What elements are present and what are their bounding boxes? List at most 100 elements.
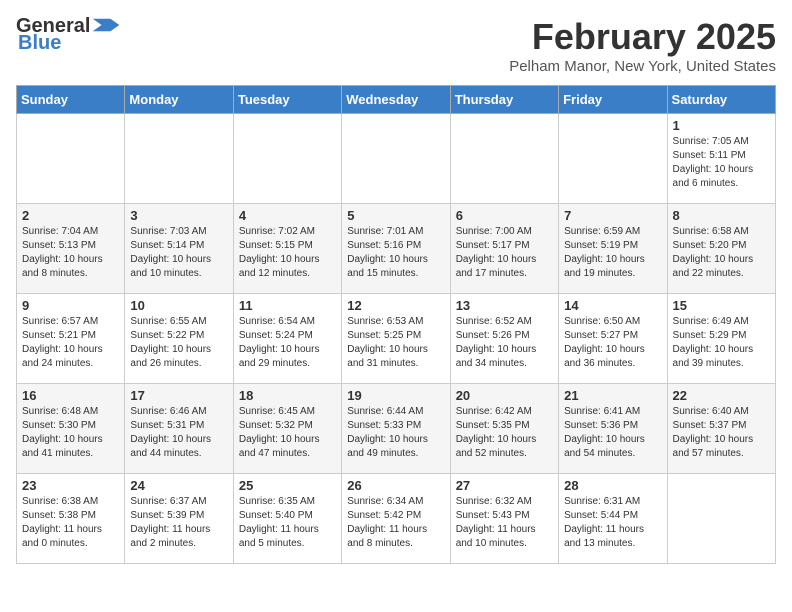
day-info: Sunrise: 6:40 AM Sunset: 5:37 PM Dayligh… — [673, 405, 770, 461]
day-info: Sunrise: 7:00 AM Sunset: 5:17 PM Dayligh… — [456, 225, 553, 281]
calendar-cell: 11Sunrise: 6:54 AM Sunset: 5:24 PM Dayli… — [233, 294, 341, 384]
day-info: Sunrise: 6:49 AM Sunset: 5:29 PM Dayligh… — [673, 315, 770, 371]
day-info: Sunrise: 6:34 AM Sunset: 5:42 PM Dayligh… — [347, 495, 444, 551]
day-info: Sunrise: 6:48 AM Sunset: 5:30 PM Dayligh… — [22, 405, 119, 461]
day-number: 4 — [239, 208, 336, 223]
week-row-2: 2 Sunrise: 7:04 AM Sunset: 5:13 PM Daylig… — [17, 204, 776, 294]
day-number: 13 — [456, 298, 553, 313]
calendar-cell: 1 Sunrise: 7:05 AM Sunset: 5:11 PM Daylig… — [667, 114, 775, 204]
day-number: 22 — [673, 388, 770, 403]
day-info: Sunrise: 6:59 AM Sunset: 5:19 PM Dayligh… — [564, 225, 661, 281]
week-row-1: 1 Sunrise: 7:05 AM Sunset: 5:11 PM Daylig… — [17, 114, 776, 204]
day-info: Sunrise: 7:05 AM Sunset: 5:11 PM Dayligh… — [673, 135, 770, 191]
header-day-saturday: Saturday — [667, 86, 775, 114]
day-number: 9 — [22, 298, 119, 313]
day-info: Sunrise: 7:04 AM Sunset: 5:13 PM Dayligh… — [22, 225, 119, 281]
day-number: 10 — [130, 298, 227, 313]
day-number: 1 — [673, 118, 770, 133]
calendar-cell — [450, 114, 558, 204]
day-number: 18 — [239, 388, 336, 403]
calendar-cell: 6 Sunrise: 7:00 AM Sunset: 5:17 PM Daylig… — [450, 204, 558, 294]
calendar-cell: 9 Sunrise: 6:57 AM Sunset: 5:21 PM Daylig… — [17, 294, 125, 384]
calendar-cell: 5Sunrise: 7:01 AM Sunset: 5:16 PM Daylig… — [342, 204, 450, 294]
day-info: Sunrise: 6:58 AM Sunset: 5:20 PM Dayligh… — [673, 225, 770, 281]
day-info: Sunrise: 6:44 AM Sunset: 5:33 PM Dayligh… — [347, 405, 444, 461]
day-info: Sunrise: 7:02 AM Sunset: 5:15 PM Dayligh… — [239, 225, 336, 281]
day-number: 25 — [239, 478, 336, 493]
day-number: 12 — [347, 298, 444, 313]
header-day-tuesday: Tuesday — [233, 86, 341, 114]
calendar-cell: 8 Sunrise: 6:58 AM Sunset: 5:20 PM Daylig… — [667, 204, 775, 294]
calendar-cell — [342, 114, 450, 204]
calendar-cell — [559, 114, 667, 204]
day-number: 19 — [347, 388, 444, 403]
day-info: Sunrise: 6:52 AM Sunset: 5:26 PM Dayligh… — [456, 315, 553, 371]
calendar-header: SundayMondayTuesdayWednesdayThursdayFrid… — [17, 86, 776, 114]
day-info: Sunrise: 7:03 AM Sunset: 5:14 PM Dayligh… — [130, 225, 227, 281]
day-number: 5 — [347, 208, 444, 223]
calendar-table: SundayMondayTuesdayWednesdayThursdayFrid… — [16, 85, 776, 564]
day-info: Sunrise: 6:31 AM Sunset: 5:44 PM Dayligh… — [564, 495, 661, 551]
calendar-cell: 3 Sunrise: 7:03 AM Sunset: 5:14 PM Daylig… — [125, 204, 233, 294]
calendar-cell: 15Sunrise: 6:49 AM Sunset: 5:29 PM Dayli… — [667, 294, 775, 384]
day-number: 20 — [456, 388, 553, 403]
day-info: Sunrise: 6:55 AM Sunset: 5:22 PM Dayligh… — [130, 315, 227, 371]
title-block: February 2025 Pelham Manor, New York, Un… — [509, 16, 776, 75]
calendar-cell: 25 Sunrise: 6:35 AM Sunset: 5:40 PM Dayli… — [233, 474, 341, 564]
header-row: SundayMondayTuesdayWednesdayThursdayFrid… — [17, 86, 776, 114]
calendar-cell: 12 Sunrise: 6:53 AM Sunset: 5:25 PM Dayli… — [342, 294, 450, 384]
day-number: 6 — [456, 208, 553, 223]
logo: General Blue — [16, 16, 120, 55]
calendar-cell — [233, 114, 341, 204]
day-info: Sunrise: 6:32 AM Sunset: 5:43 PM Dayligh… — [456, 495, 553, 551]
day-number: 7 — [564, 208, 661, 223]
calendar-cell: 17 Sunrise: 6:46 AM Sunset: 5:31 PM Dayli… — [125, 384, 233, 474]
day-number: 26 — [347, 478, 444, 493]
day-number: 8 — [673, 208, 770, 223]
calendar-cell — [125, 114, 233, 204]
header-day-sunday: Sunday — [17, 86, 125, 114]
calendar-cell: 21 Sunrise: 6:41 AM Sunset: 5:36 PM Dayli… — [559, 384, 667, 474]
day-number: 11 — [239, 298, 336, 313]
calendar-cell: 20 Sunrise: 6:42 AM Sunset: 5:35 PM Dayli… — [450, 384, 558, 474]
day-number: 23 — [22, 478, 119, 493]
week-row-4: 16 Sunrise: 6:48 AM Sunset: 5:30 PM Dayli… — [17, 384, 776, 474]
day-number: 16 — [22, 388, 119, 403]
calendar-cell: 7 Sunrise: 6:59 AM Sunset: 5:19 PM Daylig… — [559, 204, 667, 294]
day-number: 24 — [130, 478, 227, 493]
month-title: February 2025 — [509, 16, 776, 58]
day-number: 3 — [130, 208, 227, 223]
day-info: Sunrise: 6:50 AM Sunset: 5:27 PM Dayligh… — [564, 315, 661, 371]
day-number: 28 — [564, 478, 661, 493]
day-info: Sunrise: 6:53 AM Sunset: 5:25 PM Dayligh… — [347, 315, 444, 371]
day-info: Sunrise: 6:46 AM Sunset: 5:31 PM Dayligh… — [130, 405, 227, 461]
calendar-cell: 27Sunrise: 6:32 AM Sunset: 5:43 PM Dayli… — [450, 474, 558, 564]
header-day-monday: Monday — [125, 86, 233, 114]
calendar-cell: 23 Sunrise: 6:38 AM Sunset: 5:38 PM Dayli… — [17, 474, 125, 564]
day-number: 14 — [564, 298, 661, 313]
day-number: 21 — [564, 388, 661, 403]
week-row-5: 23 Sunrise: 6:38 AM Sunset: 5:38 PM Dayli… — [17, 474, 776, 564]
location: Pelham Manor, New York, United States — [509, 58, 776, 75]
day-info: Sunrise: 6:41 AM Sunset: 5:36 PM Dayligh… — [564, 405, 661, 461]
day-number: 17 — [130, 388, 227, 403]
day-info: Sunrise: 6:38 AM Sunset: 5:38 PM Dayligh… — [22, 495, 119, 551]
day-number: 2 — [22, 208, 119, 223]
calendar-cell: 13 Sunrise: 6:52 AM Sunset: 5:26 PM Dayli… — [450, 294, 558, 384]
day-info: Sunrise: 6:57 AM Sunset: 5:21 PM Dayligh… — [22, 315, 119, 371]
calendar-cell: 10 Sunrise: 6:55 AM Sunset: 5:22 PM Dayli… — [125, 294, 233, 384]
calendar-cell: 24Sunrise: 6:37 AM Sunset: 5:39 PM Dayli… — [125, 474, 233, 564]
logo-arrow-icon — [92, 17, 120, 33]
day-info: Sunrise: 6:42 AM Sunset: 5:35 PM Dayligh… — [456, 405, 553, 461]
header-day-friday: Friday — [559, 86, 667, 114]
calendar-cell — [667, 474, 775, 564]
week-row-3: 9 Sunrise: 6:57 AM Sunset: 5:21 PM Daylig… — [17, 294, 776, 384]
calendar-cell: 19 Sunrise: 6:44 AM Sunset: 5:33 PM Dayli… — [342, 384, 450, 474]
calendar-cell: 2 Sunrise: 7:04 AM Sunset: 5:13 PM Daylig… — [17, 204, 125, 294]
calendar-cell: 22 Sunrise: 6:40 AM Sunset: 5:37 PM Dayli… — [667, 384, 775, 474]
calendar-cell: 28 Sunrise: 6:31 AM Sunset: 5:44 PM Dayli… — [559, 474, 667, 564]
day-info: Sunrise: 6:35 AM Sunset: 5:40 PM Dayligh… — [239, 495, 336, 551]
calendar-cell: 16 Sunrise: 6:48 AM Sunset: 5:30 PM Dayli… — [17, 384, 125, 474]
calendar-cell — [17, 114, 125, 204]
header-day-thursday: Thursday — [450, 86, 558, 114]
